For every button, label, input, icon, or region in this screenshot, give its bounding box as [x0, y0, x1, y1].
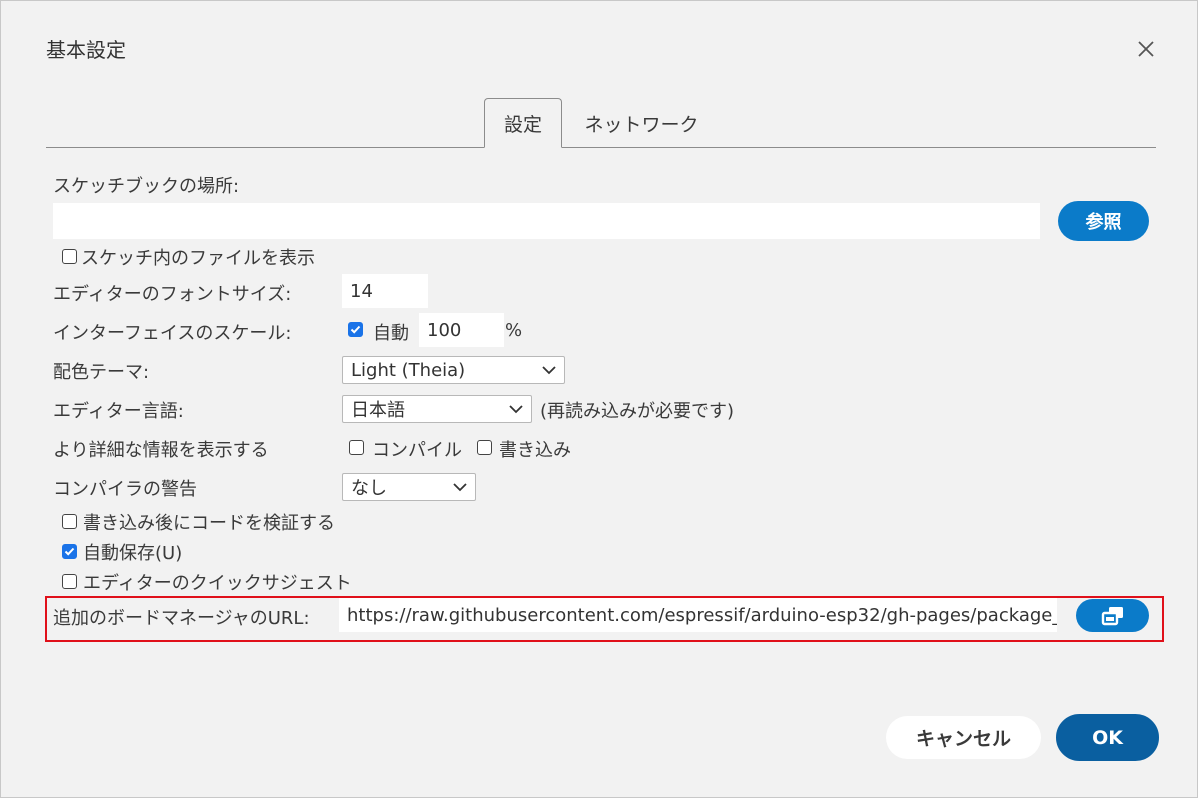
- font-size-label: エディターのフォントサイズ:: [53, 284, 292, 305]
- close-icon[interactable]: [1131, 34, 1161, 64]
- theme-select[interactable]: Light (Theia): [342, 356, 565, 384]
- chevron-down-icon: [509, 405, 523, 414]
- ok-button-label: OK: [1092, 726, 1123, 749]
- show-files-checkbox[interactable]: [62, 249, 77, 264]
- verify-upload-checkbox[interactable]: [62, 514, 77, 529]
- quick-suggest-label: エディターのクイックサジェスト: [83, 573, 352, 594]
- verbose-upload-label: 書き込み: [499, 440, 571, 461]
- quick-suggest-checkbox[interactable]: [62, 574, 77, 589]
- chevron-down-icon: [542, 366, 556, 375]
- language-note: (再読み込みが必要です): [540, 401, 735, 422]
- browse-button-label: 参照: [1085, 212, 1122, 233]
- language-label: エディター言語:: [53, 401, 184, 422]
- compiler-warnings-select[interactable]: なし: [342, 473, 476, 501]
- font-size-input[interactable]: 14: [342, 274, 428, 308]
- board-urls-highlight: [45, 596, 1164, 642]
- tab-network-label: ネットワーク: [584, 113, 699, 136]
- autosave-checkbox[interactable]: [62, 544, 77, 559]
- interface-scale-label: インターフェイスのスケール:: [53, 323, 292, 344]
- cancel-button[interactable]: キャンセル: [886, 716, 1041, 759]
- browse-button[interactable]: 参照: [1058, 201, 1149, 241]
- language-selected: 日本語: [351, 400, 405, 421]
- ok-button[interactable]: OK: [1056, 714, 1159, 761]
- scale-unit: %: [505, 320, 523, 341]
- auto-scale-label: 自動: [373, 323, 409, 344]
- auto-scale-checkbox[interactable]: [348, 322, 363, 337]
- verify-upload-label: 書き込み後にコードを検証する: [83, 513, 335, 534]
- theme-selected: Light (Theia): [351, 359, 466, 381]
- sketchbook-label: スケッチブックの場所:: [53, 176, 240, 197]
- show-files-label: スケッチ内のファイルを表示: [81, 248, 315, 269]
- cancel-button-label: キャンセル: [915, 728, 1011, 750]
- check-icon: [64, 547, 75, 556]
- compiler-warnings-selected: なし: [351, 478, 387, 499]
- language-select[interactable]: 日本語: [342, 395, 532, 423]
- theme-label: 配色テーマ:: [53, 362, 150, 383]
- check-icon: [350, 325, 361, 334]
- verbose-compile-label: コンパイル: [372, 440, 462, 461]
- tab-network[interactable]: ネットワーク: [569, 98, 714, 148]
- scale-percent-input[interactable]: 100: [419, 313, 504, 347]
- compiler-warnings-label: コンパイラの警告: [53, 479, 197, 500]
- verbose-compile-checkbox[interactable]: [349, 440, 364, 455]
- autosave-label: 自動保存(U): [83, 543, 183, 564]
- chevron-down-icon: [453, 483, 467, 492]
- preferences-dialog: 基本設定 設定 ネットワーク スケッチブックの場所: 参照 スケッチ内のファイル…: [0, 0, 1198, 798]
- verbose-upload-checkbox[interactable]: [477, 440, 492, 455]
- tab-settings[interactable]: 設定: [484, 98, 562, 148]
- sketchbook-path-input[interactable]: [53, 203, 1040, 239]
- tab-settings-label: 設定: [503, 113, 542, 136]
- verbose-label: より詳細な情報を表示する: [53, 440, 269, 461]
- dialog-title: 基本設定: [46, 38, 126, 62]
